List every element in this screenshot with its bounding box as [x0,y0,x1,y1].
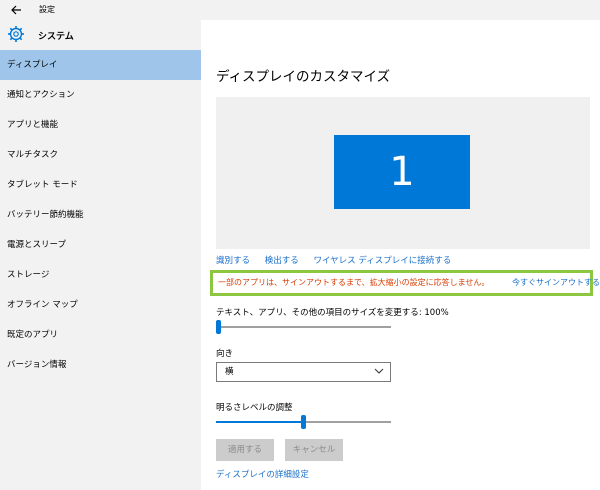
monitor-tile[interactable]: 1 [334,135,470,209]
gear-icon [7,25,25,43]
warning-message: 一部のアプリは、サインアウトするまで、拡大縮小の設定に応答しません。 [218,278,490,287]
sidebar-item-notifications[interactable]: 通知とアクション [0,80,201,110]
brightness-slider-thumb[interactable] [301,415,306,429]
brightness-label: 明るさレベルの調整 [216,403,293,413]
back-arrow-icon[interactable] [8,2,24,18]
sidebar-item-default-apps[interactable]: 既定のアプリ [0,320,201,350]
cancel-button[interactable]: キャンセル [285,439,343,461]
brightness-slider-fill [216,421,302,423]
sidebar-item-about[interactable]: バージョン情報 [0,350,201,380]
advanced-display-settings-link[interactable]: ディスプレイの詳細設定 [216,468,309,480]
sidebar-title: システム [38,32,74,42]
sidebar-item-display[interactable]: ディスプレイ [0,50,201,80]
sidebar: システム ディスプレイ 通知とアクション アプリと機能 マルチタスク タブレット… [0,20,201,490]
sidebar-item-tablet-mode[interactable]: タブレット モード [0,170,201,200]
sidebar-item-power-sleep[interactable]: 電源とスリープ [0,230,201,260]
detect-link[interactable]: 検出する [265,256,299,266]
title-bar: 設定 [0,0,600,20]
signout-warning: 一部のアプリは、サインアウトするまで、拡大縮小の設定に応答しません。 今すぐサイ… [210,270,600,296]
sidebar-item-apps[interactable]: アプリと機能 [0,110,201,140]
sidebar-item-multitasking[interactable]: マルチタスク [0,140,201,170]
apply-button[interactable]: 適用する [216,439,274,461]
identify-link[interactable]: 識別する [216,256,250,266]
orientation-label: 向き [216,349,234,359]
main-content: ディスプレイのカスタマイズ 1 識別する 検出する ワイヤレス ディスプレイに接… [201,20,600,490]
sidebar-item-storage[interactable]: ストレージ [0,260,201,290]
sidebar-item-battery-saver[interactable]: バッテリー節約機能 [0,200,201,230]
sidebar-nav: ディスプレイ 通知とアクション アプリと機能 マルチタスク タブレット モード … [0,50,201,380]
chevron-down-icon [373,365,385,377]
scale-slider-track[interactable] [216,326,391,328]
display-links: 識別する 検出する ワイヤレス ディスプレイに接続する [216,254,463,266]
wireless-display-link[interactable]: ワイヤレス ディスプレイに接続する [313,256,451,266]
scale-slider-thumb[interactable] [216,320,221,334]
sidebar-item-offline-maps[interactable]: オフライン マップ [0,290,201,320]
brightness-slider-track[interactable] [302,421,391,423]
window-title: 設定 [39,5,55,14]
page-title: ディスプレイのカスタマイズ [216,69,391,85]
orientation-select[interactable]: 横 [216,362,391,382]
sidebar-header: システム [0,20,201,50]
scale-label: テキスト、アプリ、その他の項目のサイズを変更する: 100% [216,308,449,318]
orientation-value: 横 [225,367,234,377]
signout-now-link[interactable]: 今すぐサインアウトする [512,278,600,287]
display-preview: 1 [216,97,590,249]
